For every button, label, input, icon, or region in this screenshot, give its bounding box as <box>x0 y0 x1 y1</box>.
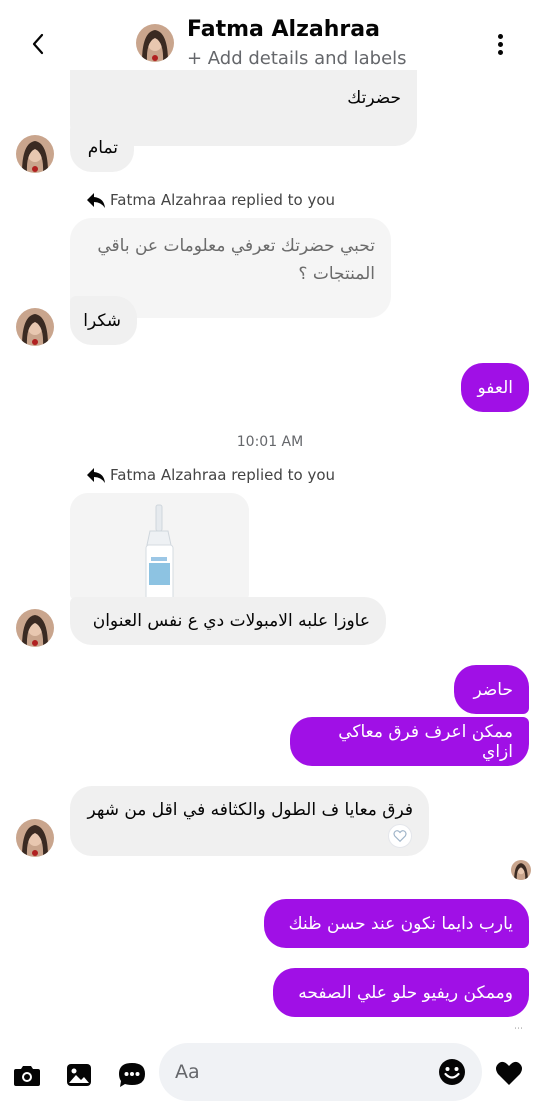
chevron-left-icon <box>32 33 44 55</box>
message-text: حضرتك <box>347 88 401 108</box>
reply-arrow-icon <box>87 193 105 208</box>
message-input[interactable] <box>175 1043 425 1101</box>
chat-bubble-icon <box>119 1063 145 1087</box>
heart-reaction-icon <box>393 830 407 843</box>
contact-name[interactable]: Fatma Alzahraa <box>187 17 380 42</box>
chat-bubble-button[interactable] <box>117 1060 147 1090</box>
replied-text: Fatma Alzahraa replied to you <box>110 191 336 209</box>
message-bubble-incoming[interactable]: تمام <box>70 124 134 172</box>
message-bubble-outgoing[interactable]: حاضر <box>454 665 529 714</box>
contact-avatar-small[interactable] <box>16 308 54 346</box>
quoted-text: تحبي حضرتك تعرفي معلومات عن باقي المنتجا… <box>97 236 375 284</box>
message-text: وممكن ريفيو حلو علي الصفحه <box>298 982 513 1003</box>
sending-status-icon: ⋯ <box>514 1024 523 1034</box>
dot <box>497 41 503 47</box>
message-text: شكرا <box>83 310 121 331</box>
timestamp: 10:01 AM <box>236 434 304 450</box>
message-text: يارب دايما نكون عند حسن ظنك <box>288 913 513 934</box>
message-text: فرق معايا ف الطول والكثافه في اقل من شهر <box>87 800 413 820</box>
message-text: العفو <box>477 377 514 398</box>
contact-avatar-small[interactable] <box>16 819 54 857</box>
dot <box>497 49 503 55</box>
camera-icon <box>14 1066 40 1086</box>
reply-arrow-icon <box>87 468 105 483</box>
message-bubble-outgoing[interactable]: العفو <box>461 363 529 412</box>
message-reaction[interactable] <box>388 824 412 848</box>
heart-icon <box>496 1061 522 1085</box>
like-button[interactable] <box>494 1058 524 1088</box>
message-bubble-outgoing[interactable]: ممكن اعرف فرق معاكي ازاي <box>290 717 529 766</box>
back-button[interactable] <box>22 28 54 60</box>
replied-text: Fatma Alzahraa replied to you <box>110 466 336 484</box>
message-bubble-outgoing[interactable]: وممكن ريفيو حلو علي الصفحه <box>273 968 529 1017</box>
contact-avatar[interactable] <box>136 24 174 62</box>
camera-button[interactable] <box>12 1060 42 1090</box>
message-text: عاوزا علبه الامبولات دي ع نفس العنوان <box>92 611 370 631</box>
contact-avatar-small[interactable] <box>16 609 54 647</box>
message-bubble-incoming[interactable]: عاوزا علبه الامبولات دي ع نفس العنوان <box>70 597 386 645</box>
emoji-button[interactable] <box>437 1057 467 1087</box>
contact-avatar-small[interactable] <box>16 135 54 173</box>
message-input-container[interactable] <box>159 1043 482 1101</box>
vertical-dots-icon <box>497 33 503 39</box>
message-bubble-incoming[interactable]: فرق معايا ف الطول والكثافه في اقل من شهر <box>70 786 429 856</box>
more-options-button[interactable] <box>488 32 512 56</box>
replied-label: Fatma Alzahraa replied to you <box>86 191 335 209</box>
replied-label: Fatma Alzahraa replied to you <box>86 466 335 484</box>
image-icon <box>67 1064 91 1086</box>
message-composer <box>0 1035 540 1109</box>
message-text: تمام <box>87 138 118 158</box>
message-bubble-incoming[interactable]: شكرا <box>70 296 137 345</box>
gallery-button[interactable] <box>64 1060 94 1090</box>
emoji-icon <box>439 1059 465 1085</box>
add-details-link[interactable]: + Add details and labels <box>187 48 407 69</box>
message-bubble-outgoing[interactable]: يارب دايما نكون عند حسن ظنك <box>264 899 529 948</box>
ampoule-bottle-image <box>70 493 249 600</box>
seen-indicator-avatar <box>511 860 531 880</box>
message-text: ممكن اعرف فرق معاكي ازاي <box>338 721 513 762</box>
product-image-attachment[interactable] <box>70 493 249 600</box>
message-text: حاضر <box>473 679 513 700</box>
